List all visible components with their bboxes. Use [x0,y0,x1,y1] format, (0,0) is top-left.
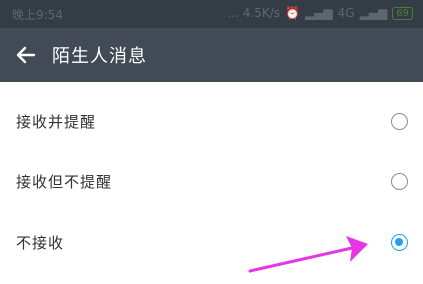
radio-button-selected[interactable] [391,234,408,251]
page-title: 陌生人消息 [52,46,147,67]
alarm-icon: ⏰ [285,6,300,20]
app-bar: 陌生人消息 [0,28,423,82]
signal-icon-2: ▂▄▆ [359,6,388,20]
status-time: 晚上9:54 [12,8,63,22]
signal-icon: ▂▄▆ [304,6,333,20]
option-label: 不接收 [16,234,65,252]
network-type: 4G [337,6,355,20]
option-not-receive[interactable]: 不接收 [0,213,423,273]
option-label: 接收但不提醒 [16,173,113,191]
option-label: 接收并提醒 [16,113,97,131]
option-receive-silent[interactable]: 接收但不提醒 [0,152,423,212]
battery-icon: 69 [392,6,413,20]
back-arrow-icon[interactable] [14,43,38,67]
status-bar: 晚上9:54 ... 4.5K/s ⏰ ▂▄▆ 4G ▂▄▆ 69 [0,0,423,28]
status-indicators: ... 4.5K/s ⏰ ▂▄▆ 4G ▂▄▆ 69 [227,6,413,20]
network-speed: ... 4.5K/s [227,6,280,20]
radio-button[interactable] [391,113,408,130]
option-receive-notify[interactable]: 接收并提醒 [0,92,423,152]
radio-button[interactable] [391,173,408,190]
